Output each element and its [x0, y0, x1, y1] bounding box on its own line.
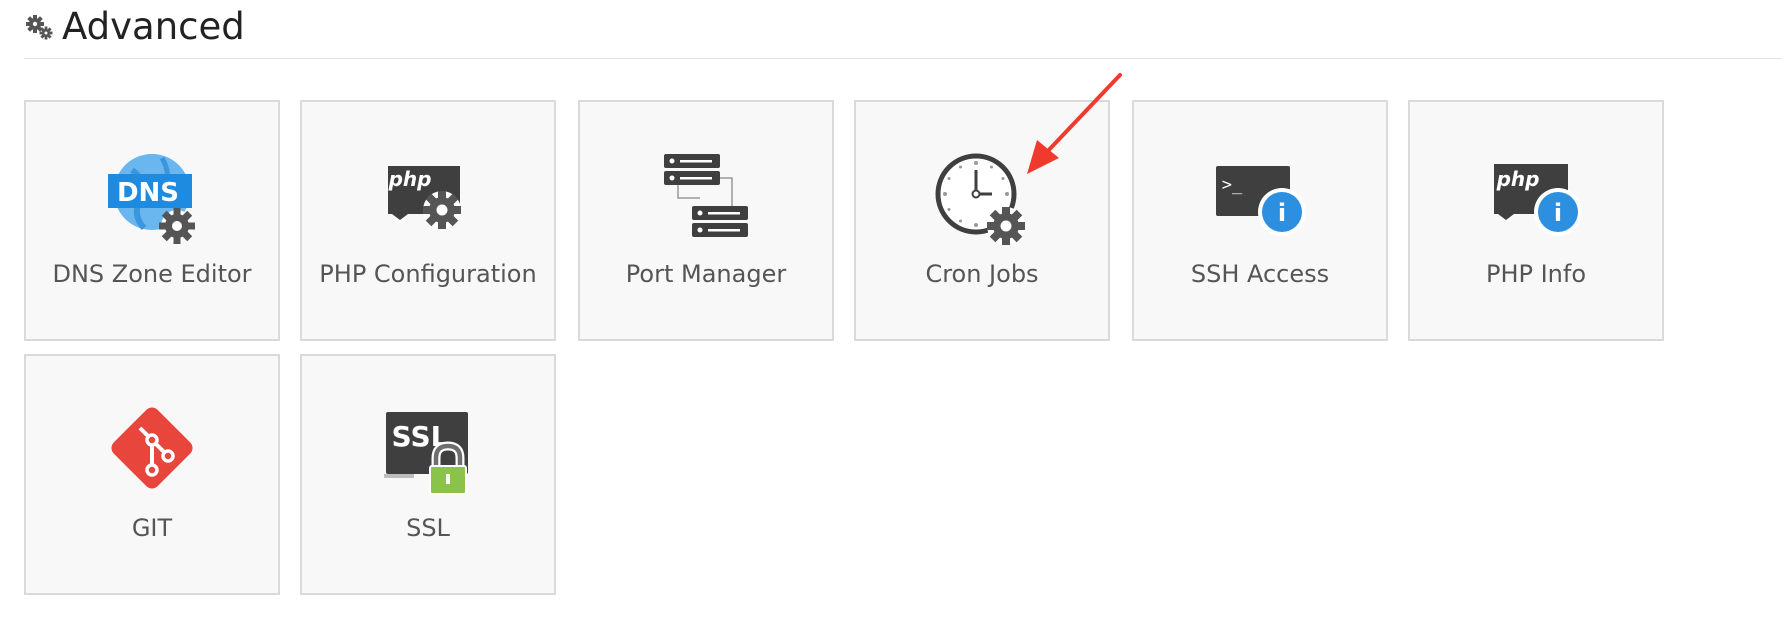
ssl-icon: SSL — [378, 404, 478, 504]
tile-port-manager[interactable]: Port Manager — [578, 100, 834, 341]
tile-ssl[interactable]: SSL SSL — [300, 354, 556, 595]
port-manager-icon — [656, 150, 756, 250]
dns-icon-text: DNS — [117, 178, 179, 208]
gears-icon — [26, 15, 53, 40]
tile-label: SSH Access — [1190, 260, 1330, 288]
terminal-prompt-text: >_ — [1222, 175, 1243, 195]
php-info-icon: php i — [1486, 150, 1586, 250]
info-icon-text: i — [1554, 199, 1562, 227]
annotation-arrow-icon — [1027, 73, 1122, 174]
info-icon-text: i — [1278, 199, 1286, 227]
header-divider — [24, 58, 1782, 59]
tile-dns-zone-editor[interactable]: DNS DNS Zone Editor — [24, 100, 280, 341]
tile-php-info[interactable]: php i PHP Info — [1408, 100, 1664, 341]
tile-label: PHP Configuration — [319, 260, 537, 288]
php-icon-text: php — [388, 167, 432, 191]
dns-zone-editor-icon: DNS — [102, 150, 202, 250]
tile-php-configuration[interactable]: php PHP Configuration — [300, 100, 556, 341]
php-configuration-icon: php — [378, 150, 478, 250]
tile-label: Cron Jobs — [925, 260, 1039, 288]
tile-ssh-access[interactable]: >_ i SSH Access — [1132, 100, 1388, 341]
tile-label: PHP Info — [1485, 260, 1587, 288]
ssh-access-icon: >_ i — [1210, 150, 1310, 250]
tile-label: Port Manager — [625, 260, 787, 288]
section-title: Advanced — [62, 4, 245, 48]
tile-git[interactable]: GIT — [24, 354, 280, 595]
php-icon-text: php — [1496, 167, 1540, 191]
tile-label: SSL — [406, 514, 450, 542]
tile-label: GIT — [131, 514, 173, 542]
section-header: Advanced — [24, 4, 245, 48]
tile-label: DNS Zone Editor — [52, 260, 252, 288]
git-icon — [102, 404, 202, 504]
